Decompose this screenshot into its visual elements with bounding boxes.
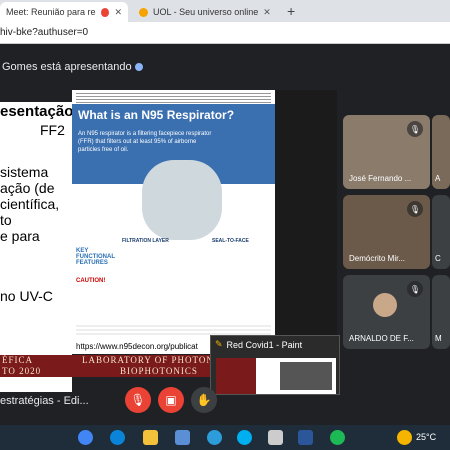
slide-line: sistema — [0, 164, 49, 180]
poster-title: What is an N95 Respirator? — [78, 108, 235, 122]
mic-off-icon: 🎙 — [407, 201, 423, 217]
temperature: 25°C — [416, 432, 437, 442]
slide-line: FF2 — [40, 122, 65, 138]
poster-intro — [76, 93, 271, 103]
slide-line: to — [0, 212, 12, 228]
banner-left2: TO 2020 — [2, 366, 42, 376]
url-text: hiv-bke?authuser=0 — [0, 27, 89, 38]
presenting-banner: Gomes está apresentando — [0, 55, 143, 79]
participant-tile[interactable]: M — [432, 275, 450, 349]
recording-icon — [101, 7, 110, 17]
tab-meet[interactable]: Meet: Reunião para resultado ✕ — [0, 2, 128, 22]
participant-name: José Fernando ... — [349, 174, 412, 183]
raise-hand-button[interactable]: ✋ — [191, 387, 217, 413]
uol-icon — [139, 7, 148, 17]
chrome-icon[interactable] — [78, 430, 93, 445]
banner-left: ÉFICA — [2, 355, 34, 365]
participant-tile[interactable]: 🎙 ARNALDO DE F... — [343, 275, 430, 349]
slide-heading: esentação: — [0, 103, 72, 120]
mic-off-icon: 🎙 — [407, 121, 423, 137]
mic-off-icon: 🎙 — [407, 281, 423, 297]
participant-name: A — [435, 174, 441, 183]
screen: Meet: Reunião para resultado ✕ UOL - Seu… — [0, 0, 450, 450]
windows-taskbar: 25°C — [0, 425, 450, 450]
camera-toggle-button[interactable]: ▣ — [158, 387, 184, 413]
respirator-illustration — [142, 160, 222, 240]
tab-label: Meet: Reunião para resultado — [6, 7, 96, 17]
address-bar[interactable]: hiv-bke?authuser=0 — [0, 22, 450, 44]
paint-thumbnail — [216, 358, 336, 394]
browser-tab-bar: Meet: Reunião para resultado ✕ UOL - Seu… — [0, 0, 450, 22]
mic-toggle-button[interactable]: 🎙 — [125, 387, 151, 413]
participant-tile[interactable]: C — [432, 195, 450, 269]
seal-label: SEAL-TO-FACE — [212, 238, 249, 244]
caution-label: CAUTION! — [76, 278, 106, 284]
avatar — [373, 293, 397, 317]
skype-icon[interactable] — [237, 430, 252, 445]
presenting-indicator-icon — [134, 63, 143, 71]
spotify-icon[interactable] — [330, 430, 345, 445]
slide-line: no UV-C — [0, 288, 53, 304]
banner-title2: BIOPHOTONICS — [120, 366, 198, 376]
slide-margin — [275, 90, 337, 340]
weather-icon — [397, 430, 412, 445]
close-tab-icon[interactable]: ✕ — [263, 7, 271, 18]
close-tab-icon[interactable]: ✕ — [114, 7, 122, 18]
participant-name: C — [435, 254, 441, 263]
participant-tile[interactable]: 🎙 José Fernando ... — [343, 115, 430, 189]
n95-poster: What is an N95 Respirator? An N95 respir… — [72, 90, 275, 340]
key-features-label: KEY FUNCTIONAL FEATURES — [76, 248, 115, 266]
paint-title-bar: ✎ Red Covid1 - Paint — [215, 339, 302, 350]
new-tab-button[interactable]: + — [287, 3, 295, 19]
file-explorer-icon[interactable] — [143, 430, 158, 445]
participant-tile[interactable]: 🎙 Demócrito Mir... — [343, 195, 430, 269]
tab-uol[interactable]: UOL - Seu universo online ✕ — [133, 2, 283, 22]
participant-name: Demócrito Mir... — [349, 254, 406, 263]
slide-line: e para — [0, 228, 40, 244]
edge-icon[interactable] — [110, 430, 125, 445]
tab-label: UOL - Seu universo online — [153, 7, 259, 17]
paint-title: Red Covid1 - Paint — [226, 339, 303, 350]
paint-icon: ✎ — [215, 339, 223, 349]
participant-name: M — [435, 334, 442, 343]
store-icon[interactable] — [175, 430, 190, 445]
meeting-name[interactable]: estratégias - Edi... — [0, 395, 89, 407]
word-icon[interactable] — [298, 430, 313, 445]
poster-subtitle: An N95 respirator is a filtering facepie… — [78, 131, 212, 153]
settings-icon[interactable] — [207, 430, 222, 445]
presenting-label: Gomes está apresentando — [2, 61, 132, 73]
participant-tile[interactable]: A — [432, 115, 450, 189]
slide-line: científica, — [0, 196, 60, 212]
slide-line: ação (de — [0, 180, 55, 196]
participant-name: ARNALDO DE F... — [349, 334, 414, 343]
slide-left-text: esentação: FF2 sistema ação (de científi… — [0, 102, 72, 392]
paint-taskbar-icon[interactable] — [268, 430, 283, 445]
filtration-label: FILTRATION LAYER — [122, 238, 169, 244]
paint-preview[interactable]: ✎ Red Covid1 - Paint — [210, 335, 340, 395]
